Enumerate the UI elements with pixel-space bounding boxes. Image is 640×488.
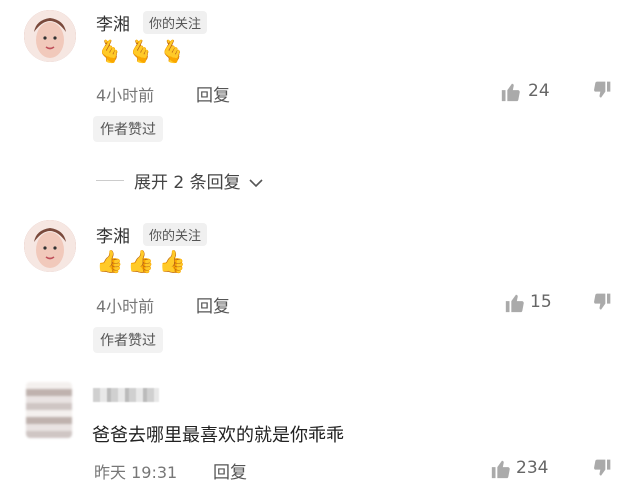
avatar[interactable] [26, 382, 72, 438]
comment-time: 4小时前 [96, 297, 155, 316]
author-liked-badge: 作者赞过 [93, 327, 163, 353]
reply-button[interactable]: 回复 [196, 81, 230, 106]
thumbs-up-icon [501, 83, 520, 102]
divider-line [96, 180, 124, 181]
avatar[interactable] [24, 220, 76, 272]
following-tag: 你的关注 [143, 11, 208, 34]
expand-replies-label: 展开 2 条回复 [134, 173, 241, 193]
dislike-button[interactable] [592, 80, 612, 104]
thumbs-down-icon [594, 293, 611, 310]
thumbs-up-icon [505, 294, 524, 313]
dislike-button[interactable] [592, 458, 612, 482]
like-button[interactable]: 15 [504, 291, 564, 315]
avatar-image [24, 220, 76, 272]
like-count: 234 [516, 458, 549, 478]
commenter-name[interactable]: 李湘 [96, 222, 130, 247]
like-count: 15 [530, 292, 552, 312]
thumbs-down-icon [594, 459, 611, 476]
reply-button[interactable]: 回复 [213, 458, 247, 483]
commenter-name[interactable] [93, 388, 159, 402]
dislike-button[interactable] [592, 292, 612, 316]
like-button[interactable]: 234 [490, 457, 560, 481]
avatar-image [24, 10, 76, 62]
expand-replies-button[interactable]: 展开 2 条回复 [134, 168, 263, 193]
like-button[interactable]: 24 [500, 80, 560, 104]
comment-time: 4小时前 [96, 86, 155, 105]
chevron-down-icon [249, 179, 263, 188]
comment-emoji: 🫰🫰🫰 [96, 40, 191, 65]
comment-emoji: 👍👍👍 [96, 250, 191, 275]
comment-text: 爸爸去哪里最喜欢的就是你乖乖 [92, 425, 344, 446]
following-tag: 你的关注 [143, 223, 208, 246]
avatar[interactable] [24, 10, 76, 62]
like-count: 24 [528, 81, 550, 101]
commenter-name[interactable]: 李湘 [96, 10, 130, 35]
reply-button[interactable]: 回复 [196, 292, 230, 317]
comment-time: 昨天 19:31 [94, 463, 178, 482]
author-liked-badge: 作者赞过 [93, 116, 163, 142]
thumbs-up-icon [491, 460, 510, 479]
thumbs-down-icon [594, 81, 611, 98]
